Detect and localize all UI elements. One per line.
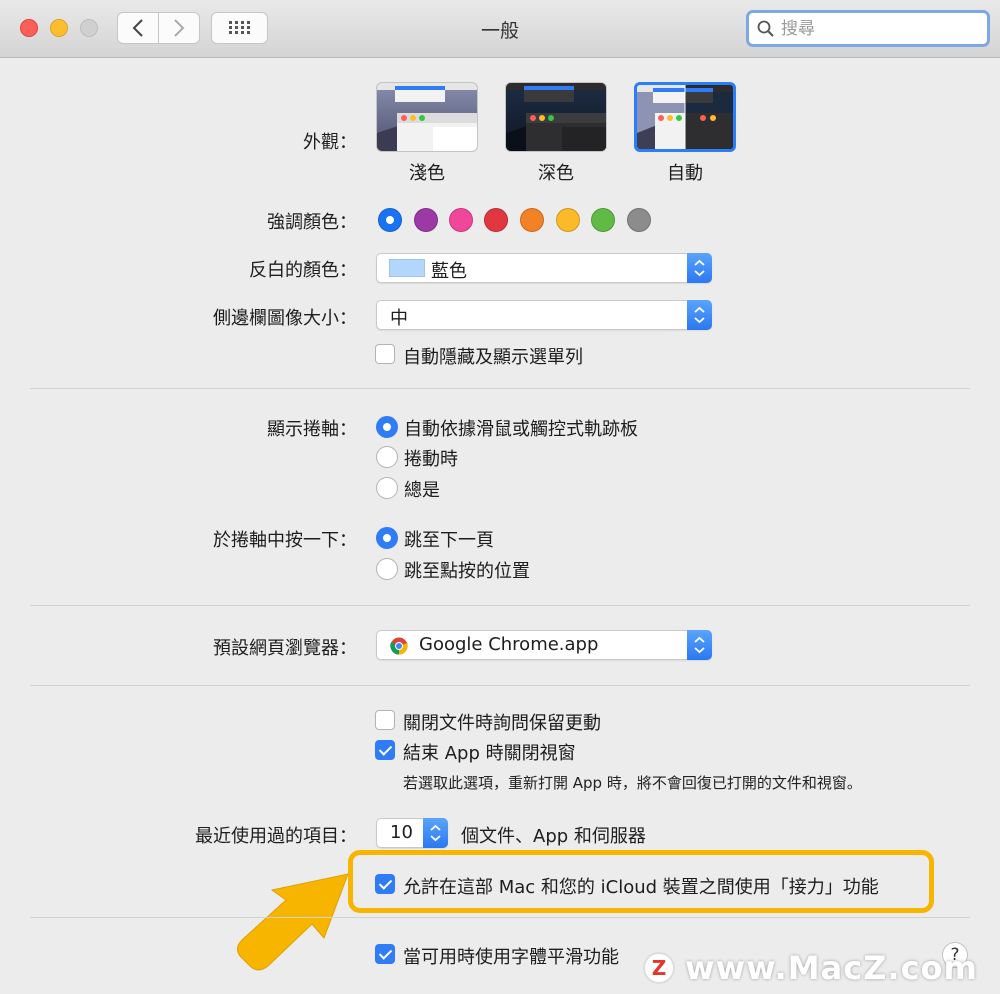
title-bar: 一般 [0,0,1000,58]
accent-color-label: 強調顏色： [267,212,357,233]
scrollbars-always-label: 總是 [404,480,440,501]
sidebar-icon-size-label: 側邊欄圖像大小： [213,308,357,329]
close-windows-note: 若選取此選項，重新打開 App 時，將不會回復已打開的文件和視窗。 [403,774,862,792]
accent-blue-swatch[interactable] [378,208,402,232]
dark-theme-preview [506,83,606,151]
section-divider [30,388,970,389]
click-jump-next-page-label: 跳至下一頁 [404,530,494,551]
appearance-auto-label: 自動 [667,163,703,184]
scrollbars-when-scrolling-label: 捲動時 [404,449,458,470]
recent-items-label: 最近使用過的項目： [195,826,357,847]
accent-red-swatch[interactable] [484,208,508,232]
show-scrollbars-label: 顯示捲軸： [267,419,357,440]
highlight-color-label: 反白的顏色： [249,260,357,281]
accent-yellow-swatch[interactable] [556,208,580,232]
search-input[interactable] [779,17,983,41]
appearance-light-option[interactable] [376,82,478,152]
popup-stepper [687,253,712,283]
click-jump-next-page-radio[interactable] [376,527,398,549]
search-icon [757,20,774,37]
appearance-light-label: 淺色 [409,163,445,184]
click-jump-to-spot-radio[interactable] [376,558,398,580]
appearance-dark-label: 深色 [538,163,574,184]
accent-green-swatch[interactable] [591,208,615,232]
watermark-text: www.MacZ.com [685,949,978,987]
section-divider [30,685,970,686]
appearance-label: 外觀： [303,132,357,153]
popup-stepper [423,818,448,848]
auto-hide-menubar-label: 自動隱藏及顯示選單列 [403,347,583,368]
watermark: Z www.MacZ.com [643,946,978,990]
ask-keep-changes-checkbox[interactable] [375,710,395,730]
recent-items-suffix: 個文件、App 和伺服器 [461,826,646,847]
up-down-chevron-icon [694,636,705,654]
font-smoothing-checkbox[interactable] [375,944,395,964]
ask-keep-changes-label: 關閉文件時詢問保留更動 [403,713,601,734]
default-browser-popup[interactable]: Google Chrome.app [376,630,712,660]
section-divider [30,605,970,606]
close-windows-on-quit-label: 結束 App 時關閉視窗 [403,743,576,764]
light-theme-preview [377,83,477,151]
scrollbar-click-label: 於捲軸中按一下： [213,530,357,551]
close-windows-on-quit-checkbox[interactable] [375,740,395,760]
annotation-arrow-icon [236,873,349,971]
scrollbars-when-scrolling-radio[interactable] [376,446,398,468]
scrollbars-always-radio[interactable] [376,477,398,499]
sidebar-icon-size-popup[interactable]: 中 [376,300,712,330]
popup-stepper [687,300,712,330]
auto-hide-menubar-checkbox[interactable] [375,344,395,364]
appearance-dark-option[interactable] [505,82,607,152]
section-divider [30,917,970,918]
accent-orange-swatch[interactable] [520,208,544,232]
highlight-color-popup[interactable]: 藍色 [376,253,712,283]
highlight-color-value: 藍色 [431,261,467,282]
default-browser-label: 預設網頁瀏覽器： [213,638,357,659]
up-down-chevron-icon [694,306,705,324]
recent-items-value: 10 [390,822,413,843]
default-browser-value: Google Chrome.app [419,634,599,655]
scrollbars-automatic-label: 自動依據滑鼠或觸控式軌跡板 [404,419,638,440]
scrollbars-automatic-radio[interactable] [376,416,398,438]
accent-purple-swatch[interactable] [414,208,438,232]
up-down-chevron-icon [430,824,441,842]
sidebar-icon-size-value: 中 [390,308,408,329]
accent-pink-swatch[interactable] [449,208,473,232]
annotation-highlight-box [348,850,934,913]
font-smoothing-label: 當可用時使用字體平滑功能 [403,947,619,968]
popup-stepper [687,630,712,660]
click-jump-to-spot-label: 跳至點按的位置 [404,561,530,582]
recent-items-popup[interactable]: 10 [376,818,448,848]
search-field[interactable] [746,10,990,47]
appearance-auto-option[interactable] [634,82,736,152]
accent-graphite-swatch[interactable] [627,208,651,232]
up-down-chevron-icon [694,259,705,277]
watermark-logo: Z [643,952,675,984]
auto-theme-preview [637,85,733,149]
chrome-icon [390,637,408,655]
highlight-color-swatch [389,259,425,277]
